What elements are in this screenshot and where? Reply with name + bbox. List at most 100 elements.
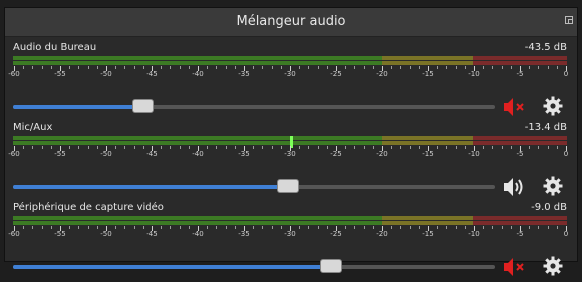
- meter-minor-tick: [78, 226, 80, 229]
- meter-minor-tick: [529, 66, 531, 69]
- gear-icon-glyph: [543, 256, 563, 276]
- meter-scale: -60 -55 -50 -45 -40 -35 -30 -25 -20 -15 -10 -5 0: [8, 146, 569, 160]
- meter-minor-tick: [446, 226, 448, 229]
- meter-minor-tick: [271, 226, 273, 229]
- meter-tick-label: -50: [100, 230, 112, 238]
- meter-minor-tick: [363, 226, 365, 229]
- meter-tick-label: -60: [8, 150, 20, 158]
- meter-minor-tick: [216, 66, 218, 69]
- meter-minor-tick: [308, 66, 310, 69]
- meter-minor-tick: [234, 146, 236, 149]
- meter-red-zone: [473, 216, 567, 220]
- meter-minor-tick: [437, 146, 439, 149]
- meter-minor-tick: [538, 66, 540, 69]
- meter-minor-tick: [345, 226, 347, 229]
- meter-minor-tick: [262, 226, 264, 229]
- meter-minor-tick: [326, 146, 328, 149]
- meter-tick-label: -40: [192, 70, 204, 78]
- meter-tick-label: -15: [422, 230, 434, 238]
- meter-minor-tick: [510, 66, 512, 69]
- meter-minor-tick: [87, 146, 89, 149]
- meter-minor-tick: [510, 146, 512, 149]
- meter-minor-tick: [216, 226, 218, 229]
- meter-green-zone: [13, 136, 382, 140]
- meter-minor-tick: [400, 146, 402, 149]
- meter-minor-tick: [492, 66, 494, 69]
- meter-minor-tick: [556, 66, 558, 69]
- meter-minor-tick: [78, 146, 80, 149]
- volume-slider[interactable]: [13, 99, 495, 113]
- meter-minor-tick: [492, 226, 494, 229]
- meter-minor-tick: [50, 146, 52, 149]
- meter-minor-tick: [124, 146, 126, 149]
- gear-icon[interactable]: [543, 96, 563, 116]
- volume-slider-fill: [13, 185, 288, 189]
- meter-green-zone: [13, 216, 382, 220]
- meter-minor-tick: [483, 66, 485, 69]
- meter-minor-tick: [207, 226, 209, 229]
- meter-minor-tick: [308, 226, 310, 229]
- meter-minor-tick: [32, 146, 34, 149]
- meter-minor-tick: [142, 146, 144, 149]
- meter-minor-tick: [207, 66, 209, 69]
- meter-minor-tick: [115, 146, 117, 149]
- dock-titlebar[interactable]: Mélangeur audio: [5, 8, 577, 37]
- volume-slider[interactable]: [13, 179, 495, 193]
- meter-minor-tick: [253, 146, 255, 149]
- meter-tick-label: 0: [563, 150, 569, 158]
- meter-minor-tick: [207, 146, 209, 149]
- meter-minor-tick: [23, 66, 25, 69]
- meter-tick-label: -40: [192, 230, 204, 238]
- meter-minor-tick: [161, 66, 163, 69]
- meter-minor-tick: [418, 146, 420, 149]
- meter-minor-tick: [391, 226, 393, 229]
- meter-minor-tick: [547, 226, 549, 229]
- meter-minor-tick: [78, 66, 80, 69]
- meter-minor-tick: [96, 146, 98, 149]
- meter-yellow-zone: [382, 136, 473, 140]
- meter-minor-tick: [161, 146, 163, 149]
- meter-minor-tick: [317, 226, 319, 229]
- meter-tick-label: -60: [8, 230, 20, 238]
- mute-button[interactable]: [503, 176, 527, 198]
- volume-slider-handle[interactable]: [320, 259, 343, 273]
- meter-minor-tick: [547, 66, 549, 69]
- meter-tick-label: -30: [284, 150, 296, 158]
- meter-tick-label: -30: [284, 70, 296, 78]
- meter-minor-tick: [345, 146, 347, 149]
- gear-icon[interactable]: [543, 176, 563, 196]
- meter-minor-tick: [262, 146, 264, 149]
- meter-minor-tick: [32, 226, 34, 229]
- meter-scale: -60 -55 -50 -45 -40 -35 -30 -25 -20 -15 -10 -5 0: [8, 66, 568, 80]
- mute-button[interactable]: [503, 256, 527, 278]
- volume-slider-handle[interactable]: [276, 179, 299, 193]
- float-dock-icon[interactable]: [565, 16, 573, 24]
- meter-minor-tick: [409, 66, 411, 69]
- mixer-channel: Mic/Aux -13.4 dB -60 -55 -50 -45 -40 -35 -30 -2…: [8, 122, 569, 200]
- meter-minor-tick: [556, 226, 558, 229]
- meter-yellow-zone: [382, 221, 473, 225]
- meter-minor-tick: [96, 226, 98, 229]
- meter-minor-tick: [41, 226, 43, 229]
- meter-minor-tick: [372, 66, 374, 69]
- meter-tick-label: -25: [330, 230, 342, 238]
- volume-slider[interactable]: [13, 259, 495, 273]
- meter-tick-label: -20: [376, 70, 388, 78]
- meter-minor-tick: [464, 226, 466, 229]
- meter-minor-tick: [41, 146, 43, 149]
- meter-minor-tick: [464, 66, 466, 69]
- meter-red-zone: [473, 141, 567, 145]
- mute-button[interactable]: [503, 96, 527, 118]
- meter-minor-tick: [115, 66, 117, 69]
- meter-minor-tick: [529, 226, 531, 229]
- meter-minor-tick: [437, 66, 439, 69]
- meter-minor-tick: [363, 146, 365, 149]
- volume-slider-handle[interactable]: [132, 99, 155, 113]
- meter-minor-tick: [142, 66, 144, 69]
- gear-icon-glyph: [543, 96, 563, 116]
- speaker-muted-icon: [504, 98, 524, 116]
- gear-icon[interactable]: [543, 256, 563, 276]
- meter-minor-tick: [179, 226, 181, 229]
- meter-minor-tick: [299, 66, 301, 69]
- meter-minor-tick: [280, 66, 282, 69]
